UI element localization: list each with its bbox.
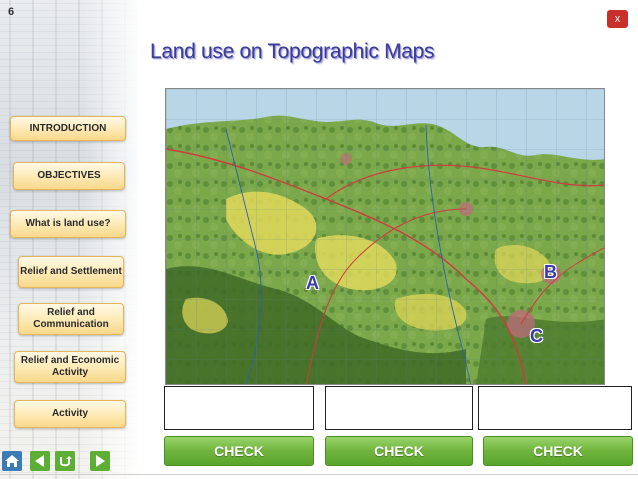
page-number: 6	[8, 6, 15, 18]
map-marker-c: C	[530, 326, 543, 346]
answer-box-b[interactable]	[325, 386, 473, 430]
answer-box-a[interactable]	[164, 386, 314, 430]
answer-box-c[interactable]	[478, 386, 632, 430]
return-icon[interactable]	[55, 451, 75, 471]
menu-relief-settlement[interactable]: Relief and Settlement	[18, 256, 124, 288]
home-icon[interactable]	[2, 451, 22, 471]
check-button-b[interactable]: CHECK	[325, 436, 473, 466]
menu-relief-communication[interactable]: Relief and Communication	[18, 303, 124, 335]
check-button-c[interactable]: CHECK	[483, 436, 633, 466]
menu-objectives[interactable]: OBJECTIVES	[13, 162, 125, 190]
menu-activity[interactable]: Activity	[14, 400, 126, 428]
topographic-map: A B C	[165, 88, 605, 385]
menu-introduction[interactable]: INTRODUCTION	[10, 116, 126, 141]
divider	[0, 474, 638, 475]
map-marker-b: B	[544, 262, 557, 282]
check-button-a[interactable]: CHECK	[164, 436, 314, 466]
forward-arrow-icon[interactable]	[90, 451, 110, 471]
menu-relief-economic-activity[interactable]: Relief and Economic Activity	[14, 351, 126, 383]
map-marker-a: A	[306, 273, 319, 293]
close-button[interactable]: x	[607, 10, 628, 28]
menu-what-is-land-use[interactable]: What is land use?	[10, 210, 126, 238]
page-title: Land use on Topographic Maps	[150, 40, 435, 63]
back-arrow-icon[interactable]	[30, 451, 50, 471]
